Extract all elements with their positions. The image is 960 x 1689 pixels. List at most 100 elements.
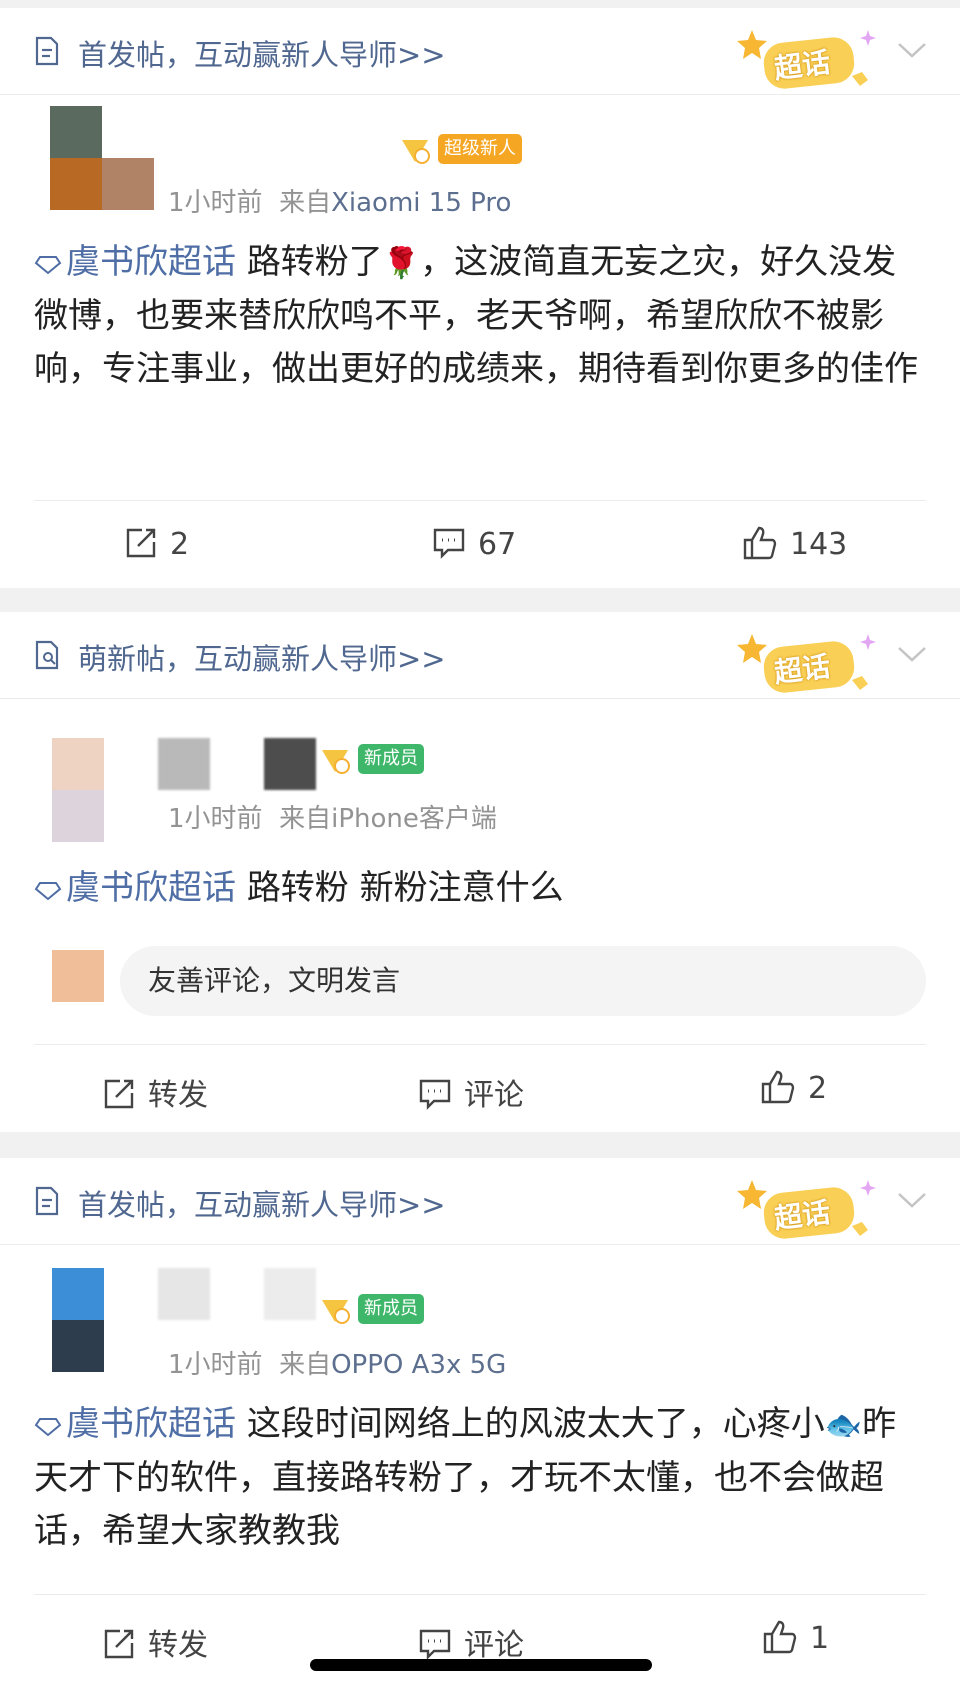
avatar-pixel [52,1320,104,1372]
post-body: 这段时间网络上的风波太大了，心疼小 [246,1404,825,1444]
post-time: 1小时前 [168,804,263,834]
post-device: Xiaomi 15 Pro [331,188,512,218]
comment-icon [433,528,465,559]
like-icon [761,1070,795,1104]
post-device: OPPO A3x 5G [331,1350,507,1380]
post-header[interactable]: 萌新帖，互动赢新人导师>> 超话 [0,612,960,699]
repost-count: 2 [170,527,190,562]
supertopic-name: 虞书欣超话 [66,1404,236,1444]
comment-icon [419,1629,451,1660]
post-header-link[interactable]: 首发帖，互动赢新人导师>> [78,1182,446,1224]
like-button[interactable]: 1 [762,1620,829,1656]
like-icon [763,1620,797,1654]
divider [34,1594,926,1595]
post-header[interactable]: 首发帖，互动赢新人导师>> 超话 [0,8,960,95]
diamond-icon [34,1418,62,1437]
supertopic-badge-label: 超话 [772,45,833,86]
like-button[interactable]: 2 [760,1070,827,1106]
post-header[interactable]: 首发帖，互动赢新人导师>> 超话 [0,1158,960,1245]
commenter-avatar [52,950,104,1002]
post-source-label: 来自 [279,804,332,834]
repost-label: 转发 [148,1628,208,1663]
repost-button[interactable]: 2 [124,526,189,562]
username-mask [264,738,316,790]
comment-label: 评论 [464,1628,524,1663]
post-header-link[interactable]: 萌新帖，互动赢新人导师>> [78,636,446,678]
post-source-label: 来自 [279,1350,332,1380]
repost-icon [104,1629,134,1659]
supertopic-link[interactable]: 虞书欣超话 [34,242,236,282]
user-tag: 超级新人 [438,134,522,164]
post-text: 虞书欣超话 路转粉 新粉注意什么 [34,862,924,915]
home-indicator[interactable] [310,1659,652,1671]
supertopic-name: 虞书欣超话 [66,868,236,908]
post-card-1[interactable]: 首发帖，互动赢新人导师>> 超话 超级新人 1小时前 来自Xiaomi 15 P… [0,8,960,588]
post-text: 虞书欣超话 路转粉了🌹，这波简直无妄之灾，好久没发微博，也要来替欣欣鸣不平，老天… [34,236,924,396]
vip-icon [322,750,350,774]
post-card-2[interactable]: 萌新帖，互动赢新人导师>> 超话 新成员 1小时前 来自iPhone客户端 虞书… [0,612,960,1132]
comment-button[interactable]: 评论 [418,1070,524,1114]
like-count: 1 [810,1621,830,1656]
post-card-3[interactable]: 首发帖，互动赢新人导师>> 超话 新成员 1小时前 来自OPPO A3x 5G … [0,1158,960,1689]
supertopic-badge-label: 超话 [772,649,833,690]
chevron-down-icon[interactable] [896,40,928,60]
user-tag: 新成员 [358,1294,424,1324]
username-mask [264,1268,316,1320]
post-text: 虞书欣超话 这段时间网络上的风波太大了，心疼小🐟昨天才下的软件，直接路转粉了，才… [34,1398,924,1558]
supertopic-link[interactable]: 虞书欣超话 [34,1404,236,1444]
diamond-icon [34,256,62,275]
supertopic-badge[interactable]: 超话 [732,632,882,698]
comment-label: 评论 [464,1078,524,1113]
like-icon [743,526,777,560]
doc-search-icon [35,640,59,670]
comment-button[interactable]: 评论 [418,1620,524,1664]
avatar-pixel [50,106,102,158]
doc-icon [35,1186,59,1216]
vip-icon [322,1300,350,1324]
supertopic-name: 虞书欣超话 [66,242,236,282]
avatar-pixel [102,158,154,210]
repost-button[interactable]: 转发 [102,1070,208,1114]
repost-button[interactable]: 转发 [102,1620,208,1664]
chevron-down-icon[interactable] [896,644,928,664]
comment-icon [419,1079,451,1110]
supertopic-badge[interactable]: 超话 [732,28,882,94]
user-tag: 新成员 [358,744,424,774]
diamond-icon [34,882,62,901]
doc-icon [35,36,59,66]
username-mask [158,1268,210,1320]
post-body: 路转粉 新粉注意什么 [246,868,564,908]
avatar[interactable] [34,1268,158,1372]
like-count: 2 [808,1071,828,1106]
vip-icon [402,140,430,164]
post-meta: 1小时前 来自OPPO A3x 5G [168,1344,506,1381]
chevron-down-icon[interactable] [896,1190,928,1210]
comment-count: 67 [478,527,517,562]
supertopic-badge[interactable]: 超话 [732,1178,882,1244]
supertopic-badge-label: 超话 [772,1195,833,1236]
repost-icon [104,1079,134,1109]
rose-emoji: 🌹 [382,246,421,281]
avatar-pixel [50,158,102,210]
post-time: 1小时前 [168,188,263,218]
avatar[interactable] [34,738,158,842]
post-meta: 1小时前 来自iPhone客户端 [168,798,497,835]
repost-icon [126,528,156,558]
divider [34,1044,926,1045]
post-body: 路转粉了 [246,242,383,282]
post-meta: 1小时前 来自Xiaomi 15 Pro [168,182,511,219]
fish-emoji: 🐟 [824,1408,863,1443]
post-time: 1小时前 [168,1350,263,1380]
post-header-link[interactable]: 首发帖，互动赢新人导师>> [78,32,446,74]
avatar-pixel [52,790,104,842]
like-count: 143 [790,527,848,562]
post-source-label: 来自 [279,188,332,218]
avatar[interactable] [34,106,158,230]
comment-button[interactable]: 67 [432,526,516,562]
avatar-pixel [52,1268,104,1320]
repost-label: 转发 [148,1078,208,1113]
post-device: iPhone客户端 [331,804,497,834]
comment-input[interactable]: 友善评论，文明发言 [120,946,926,1016]
like-button[interactable]: 143 [742,526,847,562]
supertopic-link[interactable]: 虞书欣超话 [34,868,236,908]
